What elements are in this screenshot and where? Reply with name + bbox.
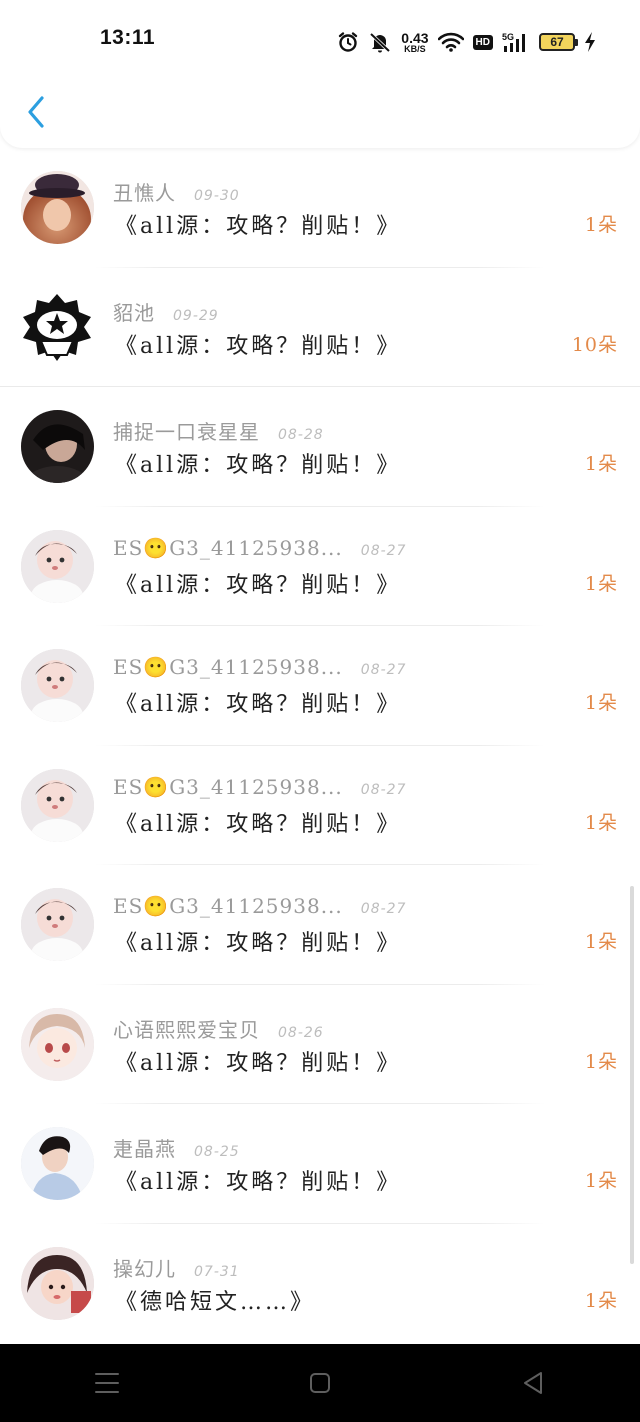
article-title[interactable]: 《all源：攻略？削贴！》 — [115, 686, 401, 718]
item-meta: 心语熙熙爱宝贝 08-26 — [113, 1014, 324, 1043]
avatar[interactable] — [21, 1127, 94, 1200]
article-title[interactable]: 《all源：攻略？削贴！》 — [115, 208, 401, 240]
username[interactable]: ES😶G3_41125938... — [113, 775, 343, 799]
alarm-icon — [337, 31, 359, 53]
item-meta: 貂池 09-29 — [113, 297, 219, 326]
list-item[interactable]: 心语熙熙爱宝贝 08-26 《all源：攻略？削贴！》 1朵 — [0, 985, 640, 1104]
item-meta: 丑憔人 09-30 — [113, 177, 240, 206]
list-item[interactable]: 貂池 09-29 《all源：攻略？削贴！》 10朵 — [0, 268, 640, 387]
article-title[interactable]: 《德哈短文……》 — [115, 1284, 315, 1316]
flower-count: 10朵 — [571, 333, 618, 356]
avatar[interactable] — [21, 290, 94, 364]
date: 09-30 — [194, 188, 240, 204]
wifi-icon — [437, 32, 464, 52]
avatar[interactable] — [21, 768, 94, 842]
username[interactable]: ES😶G3_41125938... — [113, 894, 343, 918]
home-button[interactable] — [290, 1358, 350, 1408]
signal-5g-icon: 5G — [502, 31, 530, 53]
date: 08-27 — [360, 662, 407, 678]
item-meta: 操幻儿 07-31 — [113, 1253, 240, 1282]
date: 08-27 — [360, 901, 407, 917]
status-time: 13:11 — [100, 26, 156, 49]
avatar[interactable] — [21, 171, 94, 244]
flower-count: 1朵 — [584, 1170, 618, 1192]
username[interactable]: 貂池 — [113, 297, 155, 326]
item-meta: 捕捉一口衰星星 08-28 — [113, 416, 324, 445]
item-meta: ES😶G3_41125938... 08-27 — [113, 536, 406, 560]
flower-count: 1朵 — [584, 572, 618, 595]
list-item[interactable]: ES😶G3_41125938... 08-27 《all源：攻略？削贴！》 1朵 — [0, 865, 640, 985]
username[interactable]: ES😶G3_41125938... — [113, 655, 343, 679]
navigation-bar — [0, 1344, 640, 1422]
hd-icon: HD — [472, 34, 493, 50]
flower-count: 1朵 — [584, 811, 618, 834]
menu-icon — [94, 1373, 119, 1393]
flower-count: 1朵 — [584, 1050, 618, 1073]
back-triangle-icon — [524, 1372, 543, 1394]
list-item[interactable]: 疌晶燕 08-25 《all源：攻略？削贴！》 1朵 — [0, 1104, 640, 1224]
article-title[interactable]: 《all源：攻略？削贴！》 — [115, 1045, 401, 1077]
back-button[interactable] — [20, 92, 52, 132]
avatar[interactable] — [21, 529, 94, 603]
list-item[interactable]: ES😶G3_41125938... 08-27 《all源：攻略？削贴！》 1朵 — [0, 626, 640, 746]
article-title[interactable]: 《all源：攻略？削贴！》 — [115, 447, 401, 479]
date: 07-31 — [194, 1263, 240, 1280]
home-square-icon — [309, 1373, 330, 1393]
username[interactable]: 操幻儿 — [113, 1253, 176, 1282]
item-meta: ES😶G3_41125938... 08-27 — [113, 775, 406, 799]
item-meta: ES😶G3_41125938... 08-27 — [113, 655, 406, 679]
username[interactable]: 疌晶燕 — [113, 1133, 176, 1162]
date: 08-26 — [278, 1024, 324, 1041]
list-item[interactable]: ES😶G3_41125938... 08-27 《all源：攻略？削贴！》 1朵 — [0, 746, 640, 865]
avatar[interactable] — [21, 410, 94, 483]
article-title[interactable]: 《all源：攻略？削贴！》 — [115, 567, 401, 599]
username[interactable]: 心语熙熙爱宝贝 — [113, 1014, 260, 1043]
list-item[interactable]: ES😶G3_41125938... 08-27 《all源：攻略？削贴！》 1朵 — [0, 507, 640, 626]
avatar[interactable] — [21, 649, 94, 722]
date: 08-25 — [194, 1144, 240, 1160]
date: 08-27 — [360, 781, 407, 798]
flower-count: 1朵 — [584, 692, 618, 714]
date: 08-28 — [278, 427, 324, 443]
back-nav-button[interactable] — [503, 1358, 563, 1408]
top-header-card: 13:11 0.43 KB/S HD 5G 67 — [0, 0, 640, 148]
article-title[interactable]: 《all源：攻略？削贴！》 — [115, 1164, 401, 1196]
article-title[interactable]: 《all源：攻略？削贴！》 — [115, 328, 401, 360]
chevron-left-icon — [28, 96, 44, 128]
flower-count: 1朵 — [584, 453, 618, 475]
gift-list: 丑憔人 09-30 《all源：攻略？削贴！》 1朵 貂池 09-29 《all… — [0, 148, 640, 1344]
avatar[interactable] — [21, 1246, 94, 1320]
mute-bell-icon — [368, 31, 392, 53]
username[interactable]: 捕捉一口衰星星 — [113, 416, 260, 445]
article-title[interactable]: 《all源：攻略？削贴！》 — [115, 925, 401, 957]
item-meta: 疌晶燕 08-25 — [113, 1133, 240, 1162]
menu-button[interactable] — [77, 1358, 137, 1408]
list-item[interactable]: 丑憔人 09-30 《all源：攻略？削贴！》 1朵 — [0, 148, 640, 268]
svg-text:5G: 5G — [502, 32, 514, 42]
scrollbar[interactable] — [630, 886, 634, 1264]
status-icons: 0.43 KB/S HD 5G 67 — [337, 28, 596, 56]
avatar[interactable] — [21, 888, 94, 961]
list-item[interactable]: 操幻儿 07-31 《德哈短文……》 1朵 — [0, 1224, 640, 1344]
username[interactable]: ES😶G3_41125938... — [113, 536, 343, 560]
charging-icon — [584, 32, 596, 52]
article-title[interactable]: 《all源：攻略？削贴！》 — [115, 806, 401, 838]
flower-count: 1朵 — [584, 931, 618, 953]
list-item[interactable]: 捕捉一口衰星星 08-28 《all源：攻略？削贴！》 1朵 — [0, 387, 640, 507]
network-speed: 0.43 KB/S — [401, 29, 429, 54]
avatar[interactable] — [21, 1007, 94, 1081]
flower-count: 1朵 — [584, 1289, 618, 1312]
screen: 13:11 0.43 KB/S HD 5G 67 丑憔人 09-30 《all源… — [0, 0, 640, 1422]
flower-count: 1朵 — [584, 214, 618, 236]
date: 08-27 — [360, 542, 407, 559]
username[interactable]: 丑憔人 — [113, 177, 176, 206]
date: 09-29 — [173, 307, 219, 324]
battery-icon: 67 — [539, 33, 578, 51]
item-meta: ES😶G3_41125938... 08-27 — [113, 894, 406, 918]
